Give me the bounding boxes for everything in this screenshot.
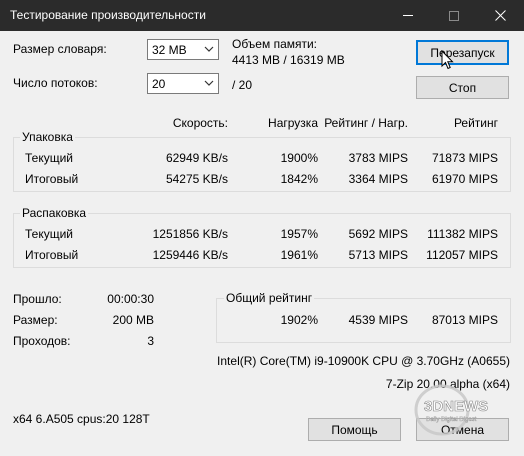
restart-button[interactable]: Перезапуск xyxy=(416,40,509,65)
packing-title: Упаковка xyxy=(20,130,75,144)
passes-label: Проходов: xyxy=(13,334,71,348)
maximize-button[interactable] xyxy=(431,0,477,31)
benchmark-window: Тестирование производительности Размер с… xyxy=(0,0,524,456)
watermark-logo: 3DNEWS Daily Digital Digest xyxy=(412,380,512,440)
header-load: Нагрузка xyxy=(268,116,318,130)
threads-select[interactable]: 20 xyxy=(147,73,219,94)
unpacking-total-rating-load: 5713 MIPS xyxy=(348,248,408,262)
packing-total-rating: 61970 MIPS xyxy=(431,172,498,186)
dictionary-size-value: 32 MB xyxy=(152,43,187,57)
packing-total-rating-load: 3364 MIPS xyxy=(348,172,408,186)
packing-total-label: Итоговый xyxy=(25,172,79,186)
unpacking-total-rating: 112057 MIPS xyxy=(426,248,498,262)
size-value: 200 MB xyxy=(112,313,154,327)
chevron-down-icon xyxy=(204,46,214,52)
unpacking-title: Распаковка xyxy=(20,206,89,220)
unpacking-total-load: 1961% xyxy=(280,248,318,262)
unpacking-current-rating-load: 5692 MIPS xyxy=(348,227,408,241)
unpacking-total-label: Итоговый xyxy=(25,248,79,262)
window-title: Тестирование производительности xyxy=(10,8,206,22)
unpacking-current-load: 1957% xyxy=(280,227,318,241)
dictionary-size-select[interactable]: 32 MB xyxy=(147,39,219,60)
title-bar[interactable]: Тестирование производительности xyxy=(0,0,524,31)
packing-total-load: 1842% xyxy=(280,172,318,186)
threads-max: / 20 xyxy=(232,78,253,92)
packing-current-label: Текущий xyxy=(25,151,73,165)
unpacking-current-rating: 111382 MIPS xyxy=(427,227,498,241)
watermark-logo-text: 3DNEWS xyxy=(424,398,488,415)
header-rating: Рейтинг xyxy=(453,116,498,130)
close-icon xyxy=(494,10,506,21)
dictionary-size-label: Размер словаря: xyxy=(13,42,107,56)
packing-current-rating: 71873 MIPS xyxy=(431,151,498,165)
watermark-graphic: 3DNEWS Daily Digital Digest xyxy=(414,384,488,436)
size-label: Размер: xyxy=(13,313,58,327)
cpu-info: Intel(R) Core(TM) i9-10900K CPU @ 3.70GH… xyxy=(217,354,510,368)
system-info: x64 6.A505 cpus:20 128T xyxy=(13,412,150,426)
packing-current-load: 1900% xyxy=(280,151,318,165)
overall-rating-load: 4539 MIPS xyxy=(348,313,408,327)
overall-rating: 87013 MIPS xyxy=(431,313,498,327)
packing-current-speed: 62949 KB/s xyxy=(165,151,228,165)
mouse-cursor-icon xyxy=(441,50,454,70)
passes-value: 3 xyxy=(147,334,154,348)
memory-value: 4413 MB / 16319 MB xyxy=(232,53,345,67)
overall-rating-title: Общий рейтинг xyxy=(224,291,315,305)
minimize-icon xyxy=(403,15,413,16)
minimize-button[interactable] xyxy=(385,0,431,31)
overall-load: 1902% xyxy=(280,313,318,327)
header-speed: Скорость: xyxy=(172,116,228,130)
elapsed-label: Прошло: xyxy=(13,292,62,306)
packing-current-rating-load: 3783 MIPS xyxy=(348,151,408,165)
watermark-tagline: Daily Digital Digest xyxy=(426,417,477,423)
elapsed-value: 00:00:30 xyxy=(107,292,154,306)
close-button[interactable] xyxy=(477,0,523,31)
chevron-down-icon xyxy=(204,80,214,86)
unpacking-total-speed: 1259446 KB/s xyxy=(152,248,228,262)
help-button[interactable]: Помощь xyxy=(308,418,401,441)
threads-label: Число потоков: xyxy=(13,76,98,90)
packing-total-speed: 54275 KB/s xyxy=(165,172,228,186)
maximize-icon xyxy=(449,10,459,21)
threads-value: 20 xyxy=(152,77,166,91)
stop-button[interactable]: Стоп xyxy=(416,76,509,99)
unpacking-current-label: Текущий xyxy=(25,227,73,241)
header-rating-load: Рейтинг / Нагр. xyxy=(324,116,408,130)
unpacking-current-speed: 1251856 KB/s xyxy=(152,227,228,241)
memory-label: Объем памяти: xyxy=(232,37,318,51)
